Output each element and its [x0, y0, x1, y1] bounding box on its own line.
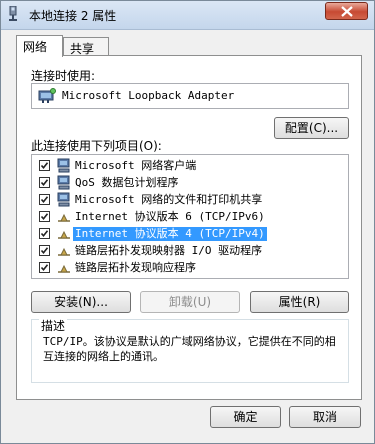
tab-network[interactable]: 网络 — [16, 35, 63, 57]
checkmark-icon — [40, 162, 49, 170]
item-checkbox[interactable] — [39, 228, 50, 239]
item-label: Internet 协议版本 6 (TCP/IPv6) — [75, 210, 265, 223]
network-connection-icon — [7, 5, 19, 22]
list-item[interactable]: Microsoft 网络的文件和打印机共享 — [32, 192, 348, 208]
item-label: Microsoft 网络的文件和打印机共享 — [75, 193, 263, 206]
item-checkbox[interactable] — [39, 245, 50, 256]
item-checkbox[interactable] — [39, 194, 50, 205]
close-icon — [341, 6, 353, 17]
cancel-button[interactable]: 取消 — [289, 406, 361, 428]
ok-button[interactable]: 确定 — [210, 406, 281, 428]
adapter-field: Microsoft Loopback Adapter — [31, 83, 349, 109]
checkmark-icon — [40, 179, 49, 187]
install-button[interactable]: 安装(N)... — [31, 291, 131, 313]
window-title: 本地连接 2 属性 — [29, 9, 117, 23]
adapter-name: Microsoft Loopback Adapter — [62, 89, 235, 102]
file-printer-sharing-icon — [56, 192, 72, 208]
item-label: 链路层拓扑发现映射器 I/O 驱动程序 — [75, 244, 263, 257]
protocol-icon — [56, 209, 72, 225]
item-checkbox[interactable] — [39, 160, 50, 171]
qos-scheduler-icon — [56, 175, 72, 191]
item-label: QoS 数据包计划程序 — [75, 176, 179, 189]
configure-button[interactable]: 配置(C)... — [274, 117, 349, 139]
description-text: TCP/IP。该协议是默认的广域网络协议，它提供在不同的相互连接的网络上的通讯。 — [43, 335, 336, 363]
list-item[interactable]: 链路层拓扑发现映射器 I/O 驱动程序 — [32, 243, 348, 259]
protocol-icon — [56, 243, 72, 259]
protocol-icon — [56, 260, 72, 276]
properties-button[interactable]: 属性(R) — [250, 291, 349, 313]
description-label: 描述 — [39, 317, 68, 334]
item-label: Microsoft 网络客户端 — [75, 159, 197, 172]
uninstall-button[interactable]: 卸载(U) — [140, 291, 240, 313]
tab-sharing[interactable]: 共享 — [63, 37, 109, 57]
checkmark-icon — [40, 264, 49, 272]
protocol-icon — [56, 226, 72, 242]
list-item[interactable]: 链路层拓扑发现响应程序 — [32, 260, 348, 276]
checkmark-icon — [40, 247, 49, 255]
checkmark-icon — [40, 196, 49, 204]
connect-using-label: 连接时使用: — [31, 69, 96, 83]
components-list[interactable]: Microsoft 网络客户端 QoS 数据包计划程序 Microsoft 网络… — [31, 154, 349, 279]
close-button[interactable] — [325, 2, 368, 20]
items-label: 此连接使用下列项目(O): — [31, 139, 162, 153]
checkmark-icon — [40, 213, 49, 221]
item-checkbox[interactable] — [39, 177, 50, 188]
list-item-selected[interactable]: Internet 协议版本 4 (TCP/IPv4) — [32, 226, 348, 242]
item-checkbox[interactable] — [39, 262, 50, 273]
properties-window: 本地连接 2 属性 网络 共享 连接时使用: Microsoft Loopbac… — [0, 0, 375, 444]
list-item[interactable]: QoS 数据包计划程序 — [32, 175, 348, 191]
network-adapter-icon — [38, 88, 56, 107]
title-bar[interactable]: 本地连接 2 属性 — [1, 1, 374, 30]
list-item[interactable]: Microsoft 网络客户端 — [32, 158, 348, 174]
network-client-icon — [56, 158, 72, 174]
checkmark-icon — [40, 230, 49, 238]
item-label: Internet 协议版本 4 (TCP/IPv4) — [73, 227, 267, 241]
list-item[interactable]: Internet 协议版本 6 (TCP/IPv6) — [32, 209, 348, 225]
item-checkbox[interactable] — [39, 211, 50, 222]
item-label: 链路层拓扑发现响应程序 — [75, 261, 196, 274]
